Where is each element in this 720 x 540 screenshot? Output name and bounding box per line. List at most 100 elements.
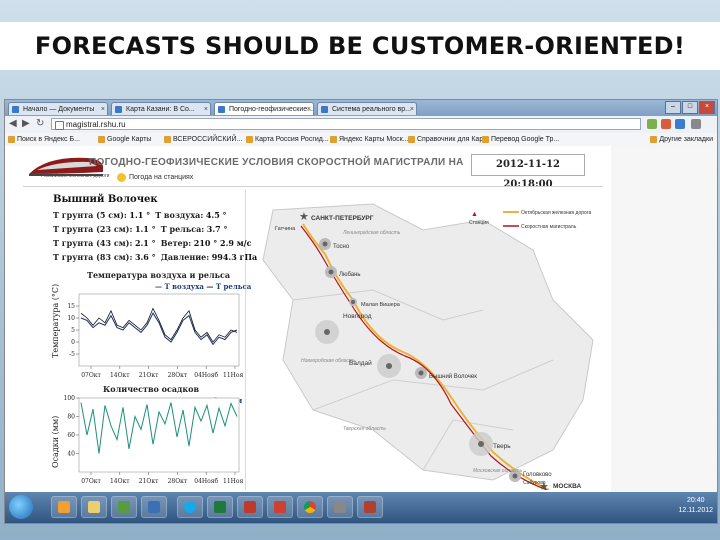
map-city-label: Тверь [493, 443, 511, 450]
x-tick-label: 21Окт [139, 372, 159, 379]
taskbar-app[interactable] [207, 496, 233, 518]
map-city-label: МОСКВА [553, 483, 582, 490]
star-icon: ★ [299, 211, 309, 223]
precipitation-chart-title: Количество осадков [103, 384, 200, 394]
station-legend-icon: ▲ [471, 211, 478, 218]
bookmark-item[interactable]: ВСЕРОССИЙСКИЙ... [163, 134, 242, 145]
taskbar-app[interactable] [327, 496, 353, 518]
close-icon[interactable]: × [410, 103, 414, 115]
divider [23, 186, 603, 187]
map-city-label: Сабурово [523, 480, 546, 486]
bookmark-item[interactable]: Справочник для Кар... [407, 134, 489, 145]
bookmark-item[interactable]: Яндекс Карты Моск... [329, 134, 409, 145]
map-region-label: Тверская область [343, 426, 386, 432]
extension-icon[interactable] [661, 119, 671, 129]
measurement-row: T грунта (83 см): 3.6 ° Давление: 994.3 … [53, 252, 257, 262]
measure-label: T грунта (43 см): [53, 238, 133, 248]
close-icon[interactable]: × [204, 103, 208, 115]
app-icon [364, 501, 376, 513]
minimize-button[interactable]: – [665, 101, 681, 114]
train-logo [29, 157, 103, 176]
tab-label: Система реального вр... [332, 106, 411, 113]
clock-time: 20:40 [686, 497, 705, 504]
region-area [262, 203, 594, 481]
x-tick-label: 07Окт [81, 372, 101, 379]
favicon-icon [218, 106, 225, 113]
taskbar-app[interactable] [177, 496, 203, 518]
measure-value: 3.6 ° [134, 252, 156, 262]
precipitation-chart: 40 60 80 100 07Окт 14Окт 21Окт 28Окт 04Нояб 11Ноя… [64, 395, 243, 485]
taskbar-app[interactable] [267, 496, 293, 518]
plot-area [78, 397, 240, 473]
windows-taskbar: 20:40 12.11.2012 [5, 492, 717, 523]
page-margin [611, 146, 717, 492]
measure-value: 210 ° 2.9 м/с [193, 238, 252, 248]
other-bookmarks[interactable]: Другие закладки [649, 134, 713, 145]
y-tick-label: 60 [67, 432, 75, 439]
x-tick-label: 14Окт [110, 478, 130, 485]
measure-value: 3.7 ° [206, 224, 228, 234]
tab-realtime-system[interactable]: Система реального вр... × [317, 102, 417, 115]
tab-documents[interactable]: Начало — Документы × [8, 102, 108, 115]
bookmarks-bar: Поиск в Яндекс Б... Google Карты ВСЕРОСС… [5, 133, 717, 147]
y-tick-label: 5 [71, 327, 75, 334]
taskbar-app[interactable] [51, 496, 77, 518]
wrench-icon[interactable] [691, 119, 701, 129]
taskbar-app[interactable] [297, 496, 323, 518]
folder-icon [88, 501, 100, 513]
y-tick-label: -5 [69, 351, 75, 358]
reload-icon[interactable]: ↻ [36, 118, 44, 129]
map-region-label: Новгородская область [301, 358, 356, 364]
bookmark-item[interactable]: Карта Россия Росгид... [245, 134, 329, 145]
taskbar-app[interactable] [141, 496, 167, 518]
weather-stations-link[interactable]: Погода на станциях [117, 173, 193, 182]
taskbar-app[interactable] [111, 496, 137, 518]
map-city-label: Валдай [349, 359, 372, 367]
measure-value: 1.1 ° [129, 210, 151, 220]
measure-label: T воздуха: [155, 210, 204, 220]
close-icon[interactable]: × [307, 103, 311, 115]
plot-area [78, 293, 240, 367]
app-icon [274, 501, 286, 513]
y-tick-label: 100 [64, 395, 76, 402]
maximize-button[interactable]: □ [682, 101, 698, 114]
x-tick-label: 11Нояб [223, 372, 243, 379]
powerpoint-icon [244, 501, 256, 513]
bookmark-item[interactable]: Поиск в Яндекс Б... [7, 134, 80, 145]
taskbar-app[interactable] [357, 496, 383, 518]
measure-label: T грунта (5 см): [53, 210, 127, 220]
measure-value: 994.3 гПа [211, 252, 258, 262]
x-tick-label: 28Окт [168, 372, 188, 379]
close-window-button[interactable]: × [699, 101, 715, 114]
close-icon[interactable]: × [101, 103, 105, 115]
page-icon [55, 121, 64, 130]
y-tick-label: 15 [67, 303, 75, 310]
url-text: magistral.rshu.ru [66, 120, 126, 129]
measure-label: T грунта (23 см): [53, 224, 133, 234]
start-button[interactable] [9, 495, 33, 519]
x-tick-label: 07Окт [81, 478, 101, 485]
taskbar-app[interactable] [237, 496, 263, 518]
tab-label: Погодно-геофизические... [229, 106, 313, 113]
measure-value: 2.1 ° [134, 238, 156, 248]
extension-icon[interactable] [675, 119, 685, 129]
bookmark-item[interactable]: Перевод Google Тр... [481, 134, 559, 145]
system-clock[interactable]: 20:40 12.11.2012 [678, 496, 713, 516]
back-arrow-icon[interactable]: ◀ [9, 118, 17, 129]
forward-arrow-icon[interactable]: ▶ [22, 118, 30, 129]
extension-icon[interactable] [647, 119, 657, 129]
map-region-label: Московская область [473, 468, 523, 474]
x-tick-label: 21Окт [139, 478, 159, 485]
taskbar-app[interactable] [81, 496, 107, 518]
temperature-chart: -5 0 5 10 15 07Окт 14Окт 21Окт 28Окт 04Нояб 11Нояб [67, 293, 243, 379]
map-city-label: Новгород [343, 313, 372, 320]
bookmark-item[interactable]: Google Карты [97, 134, 151, 145]
address-bar[interactable]: magistral.rshu.ru [51, 118, 641, 130]
x-tick-label: 04Нояб [194, 372, 218, 379]
divider [245, 190, 246, 490]
tab-kazan-map[interactable]: Карта Казани: В Со... × [111, 102, 211, 115]
y-tick-label: 0 [71, 339, 75, 346]
tab-weather-conditions[interactable]: Погодно-геофизические... × [214, 102, 314, 115]
excel-icon [214, 501, 226, 513]
y-tick-label: 10 [67, 315, 75, 322]
